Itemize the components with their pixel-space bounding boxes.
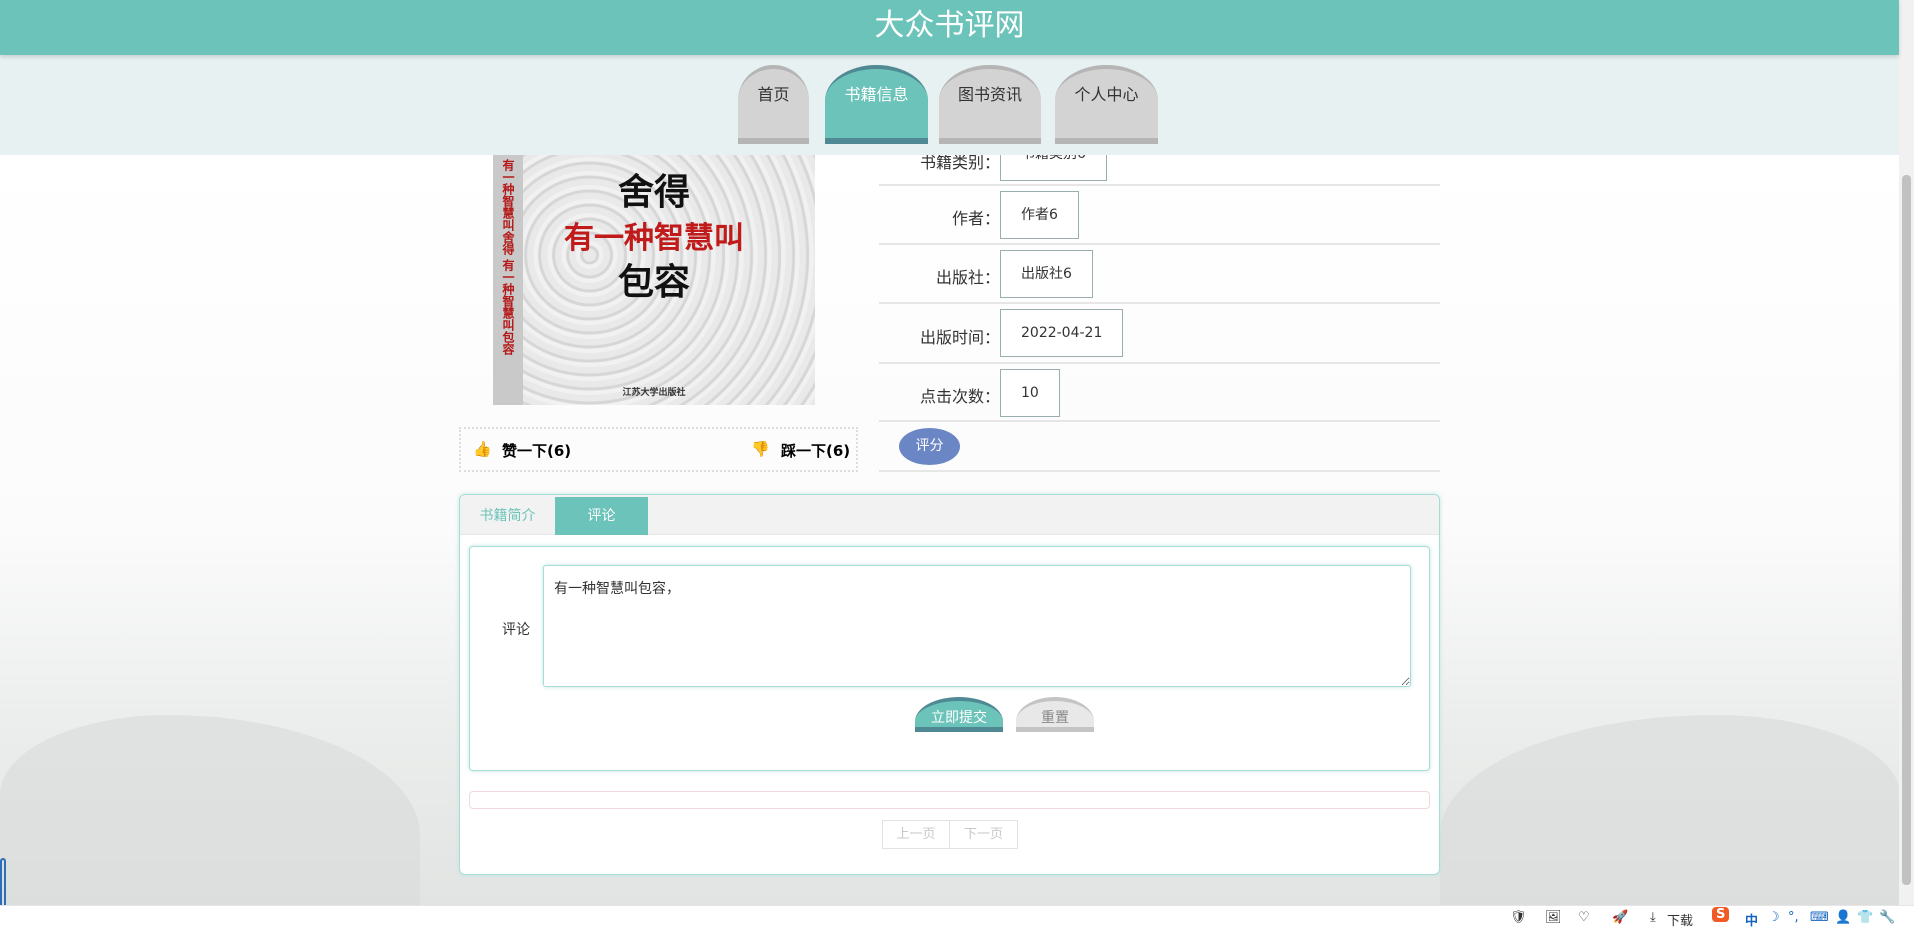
nav-home[interactable]: 首页 <box>738 65 809 144</box>
nav-book-news[interactable]: 图书资讯 <box>939 65 1041 144</box>
like-button[interactable]: 赞一下(6) <box>502 440 571 461</box>
skin-icon[interactable]: 👕 <box>1857 910 1873 925</box>
browser-status-bar: 🛡 🖼 ♡ 🚀 ⤓ 下载 S 中 ☽ °, ⌨ 👤 👕 🔧 <box>0 905 1914 930</box>
download-label[interactable]: 下载 <box>1667 910 1693 929</box>
ime-mode[interactable]: 中 <box>1745 910 1758 929</box>
thumbs-up-icon[interactable]: 👍 <box>473 440 492 458</box>
book-cover-image: 有一种智慧叫舍得 有一种智慧叫包容 舍得 有一种智慧叫 包容 江苏大学出版社 <box>493 155 815 405</box>
rate-row: 评分 <box>879 422 1440 472</box>
reset-button[interactable]: 重置 <box>1016 697 1094 732</box>
vote-box: 👍 赞一下(6) 👎 踩一下(6) <box>459 427 858 472</box>
thumbs-down-icon[interactable]: 👎 <box>751 440 770 458</box>
field-row-clicks: 点击次数： 10 <box>879 364 1440 422</box>
tab-bar: 书籍简介 评论 <box>460 495 1439 535</box>
cover-subtitle: 有一种智慧叫 <box>564 221 744 256</box>
tab-comments[interactable]: 评论 <box>555 497 648 535</box>
cover-title-bottom: 包容 <box>617 261 690 303</box>
cover-publisher: 江苏大学出版社 <box>622 388 686 398</box>
moon-icon[interactable]: ☽ <box>1768 910 1780 925</box>
submit-button[interactable]: 立即提交 <box>915 697 1003 732</box>
wrench-icon[interactable]: 🔧 <box>1879 910 1895 925</box>
next-page-button[interactable]: 下一页 <box>950 821 1017 848</box>
dislike-button[interactable]: 踩一下(6) <box>781 440 850 461</box>
shield-icon[interactable]: 🛡 <box>1510 910 1527 925</box>
pagination: 上一页 下一页 <box>882 820 1018 849</box>
comment-form: 评论 有一种智慧叫包容， 立即提交 重置 <box>469 546 1430 771</box>
image-icon[interactable]: 🖼 <box>1545 910 1562 925</box>
sogou-ime-icon[interactable]: S <box>1712 907 1730 922</box>
side-widget[interactable] <box>0 858 6 910</box>
scrollbar-thumb[interactable] <box>1902 175 1911 885</box>
field-row-publish-date: 出版时间： 2022-04-21 <box>879 304 1440 364</box>
nav-book-info[interactable]: 书籍信息 <box>825 65 928 144</box>
comment-textarea[interactable]: 有一种智慧叫包容， <box>543 565 1411 687</box>
download-icon[interactable]: ⤓ <box>1650 910 1656 925</box>
field-row-author: 作者： 作者6 <box>879 186 1440 245</box>
user-icon[interactable]: 👤 <box>1835 910 1851 925</box>
site-title: 大众书评网 <box>874 8 1025 43</box>
comment-list <box>469 791 1430 809</box>
scrollbar[interactable] <box>1899 0 1914 905</box>
heart-pulse-icon[interactable]: ♡ <box>1578 910 1590 925</box>
tab-panel: 书籍简介 评论 评论 有一种智慧叫包容， 立即提交 重置 上一页 下一页 <box>459 494 1440 875</box>
keyboard-icon[interactable]: ⌨ <box>1810 910 1829 925</box>
site-header: 大众书评网 <box>0 0 1899 55</box>
prev-page-button[interactable]: 上一页 <box>883 821 950 848</box>
rate-button[interactable]: 评分 <box>899 428 960 465</box>
punctuation-icon[interactable]: °, <box>1788 910 1799 925</box>
tab-book-intro[interactable]: 书籍简介 <box>460 497 555 535</box>
main-nav: 首页 书籍信息 图书资讯 个人中心 <box>0 55 1899 155</box>
field-row-publisher: 出版社： 出版社6 <box>879 245 1440 304</box>
rocket-icon[interactable]: 🚀 <box>1612 910 1628 925</box>
comment-label: 评论 <box>502 622 530 638</box>
nav-personal-center[interactable]: 个人中心 <box>1055 65 1158 144</box>
cover-title-top: 舍得 <box>617 171 690 213</box>
